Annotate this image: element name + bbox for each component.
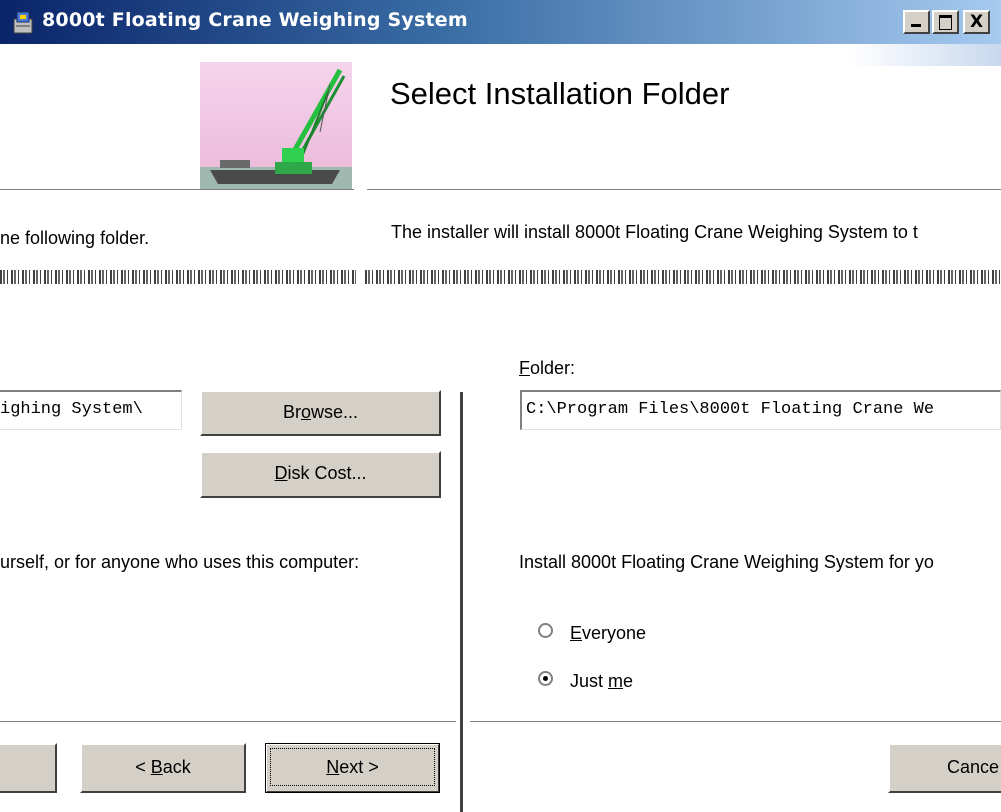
page-heading: Select Installation Folder	[390, 76, 730, 111]
install-for-left: urself, or for anyone who uses this comp…	[0, 552, 360, 572]
install-for-right: Install 8000t Floating Crane Weighing Sy…	[519, 552, 934, 572]
just-me-radio[interactable]	[538, 671, 553, 686]
window-title: 8000t Floating Crane Weighing System	[42, 9, 468, 31]
banner-background	[850, 44, 1001, 66]
radio-selected-dot	[543, 676, 548, 681]
browse-button[interactable]: Browse...	[200, 390, 441, 436]
maximize-icon	[939, 15, 952, 30]
garbled-text-left	[0, 270, 356, 284]
cancel-button[interactable]: Cance	[888, 743, 1001, 793]
back-button[interactable]: < Back	[80, 743, 246, 793]
folder-input-left[interactable]: ighing System\	[0, 390, 182, 430]
folder-input[interactable]: C:\Program Files\8000t Floating Crane We	[520, 390, 1001, 430]
folder-label: Folder:	[519, 358, 576, 378]
divider-bottom-right	[470, 721, 1001, 722]
minimize-button[interactable]	[903, 10, 930, 34]
close-icon: X	[970, 12, 984, 32]
everyone-label[interactable]: Everyone	[570, 623, 646, 644]
divider-top-left	[0, 189, 354, 190]
instruction-left: ne following folder.	[0, 228, 150, 248]
close-button[interactable]: X	[963, 10, 990, 34]
title-bar[interactable]: 8000t Floating Crane Weighing System X	[0, 0, 1001, 44]
disk-cost-button[interactable]: Disk Cost...	[200, 451, 441, 498]
divider-bottom-left	[0, 721, 456, 722]
partial-button[interactable]	[0, 743, 57, 793]
installer-app-icon	[12, 9, 36, 35]
maximize-button[interactable]	[932, 10, 959, 34]
garbled-text-right	[365, 270, 1001, 284]
pane-seam	[460, 392, 463, 812]
minimize-icon	[911, 24, 921, 27]
everyone-radio[interactable]	[538, 623, 553, 638]
just-me-label[interactable]: Just me	[570, 671, 633, 692]
divider-top-right	[367, 189, 1001, 190]
floating-crane-image	[200, 62, 352, 190]
instruction-right: The installer will install 8000t Floatin…	[391, 222, 918, 242]
next-button[interactable]: Next >	[265, 743, 440, 793]
